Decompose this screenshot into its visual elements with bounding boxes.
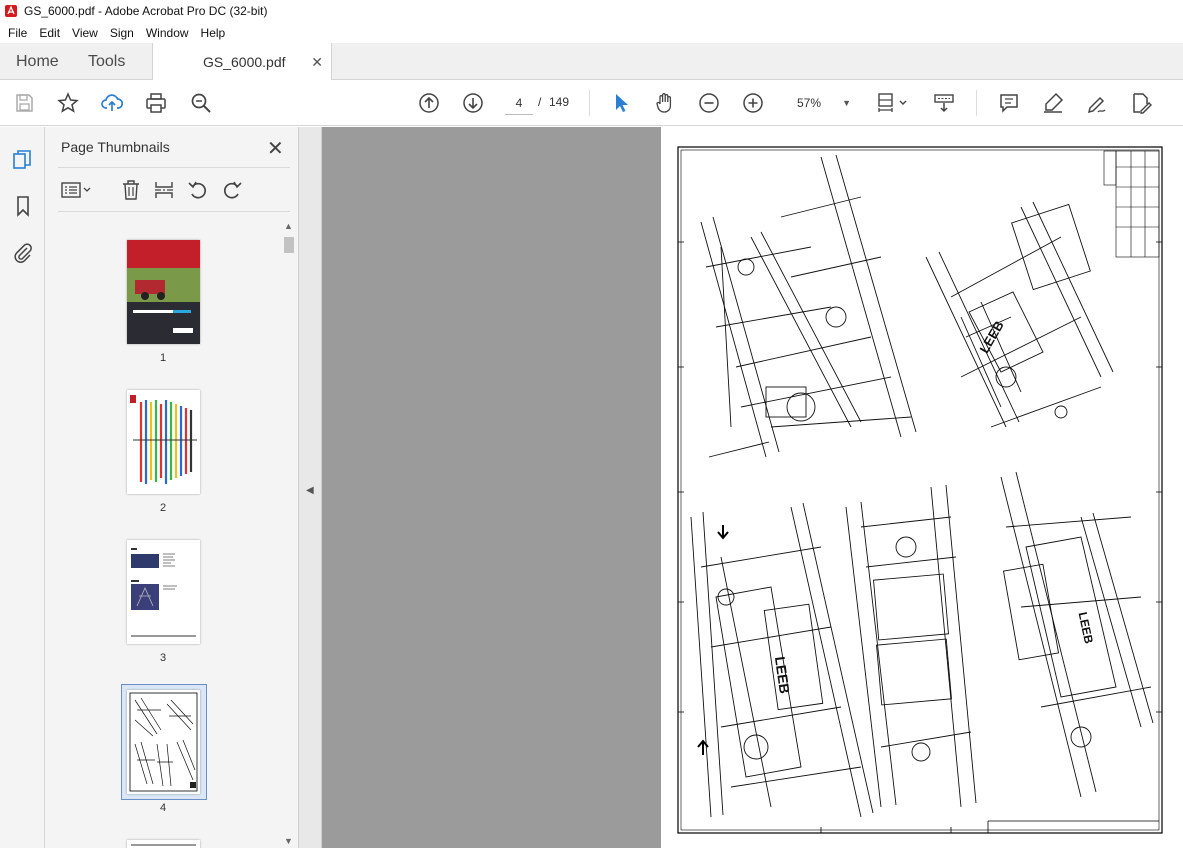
menu-view[interactable]: View [66,26,104,40]
scrollbar-thumb[interactable] [284,237,294,253]
divider [58,167,290,168]
bookmark-icon[interactable] [11,194,35,218]
save-icon[interactable] [12,91,36,115]
thumbnail-page-3[interactable] [127,540,200,644]
menu-window[interactable]: Window [140,26,195,40]
tab-document[interactable]: GS_6000.pdf ✕ [152,43,332,81]
insert-page-icon[interactable] [151,177,177,203]
panel-title: Page Thumbnails [61,139,170,155]
star-icon[interactable] [56,91,80,115]
attachment-icon[interactable] [11,240,35,264]
options-menu-icon[interactable] [60,177,94,203]
zoom-level-value: 57% [797,96,822,110]
thumbnail-label: 3 [159,652,167,664]
panel-collapse-handle[interactable]: ◀ [298,127,322,848]
menu-file[interactable]: File [2,26,33,40]
acrobat-app-icon [5,5,17,17]
menu-sign[interactable]: Sign [104,26,140,40]
print-icon[interactable] [144,91,168,115]
rotate-clockwise-icon[interactable] [219,177,245,203]
main-toolbar: 4 / 149 57% ▼ [0,80,1183,126]
edit-pdf-icon[interactable] [1129,91,1153,115]
delete-page-icon[interactable] [118,177,144,203]
scroll-down-icon[interactable]: ▼ [284,836,293,846]
next-page-icon[interactable] [461,91,485,115]
page-number-input[interactable]: 4 [505,91,533,115]
thumbnail-scrollbar[interactable]: ▲ ▼ [282,219,296,848]
comment-icon[interactable] [997,91,1021,115]
highlight-icon[interactable] [1041,91,1065,115]
page-thumbnails-icon[interactable] [11,148,35,172]
hand-icon[interactable] [653,91,677,115]
document-view[interactable]: LEEB LEEB LEEB [322,127,1183,848]
divider [58,211,290,212]
tab-document-label: GS_6000.pdf [203,54,286,70]
select-cursor-icon[interactable] [609,91,633,115]
rotate-counterclockwise-icon[interactable] [185,177,211,203]
menu-help[interactable]: Help [195,26,232,40]
menu-edit[interactable]: Edit [33,26,66,40]
left-rail [0,127,45,848]
thumbnail-toolbar [58,175,290,205]
toolbar-divider [589,90,590,116]
sign-icon[interactable] [1085,91,1109,115]
page-total: 149 [549,95,570,109]
svg-text:LEEB: LEEB [1076,611,1096,646]
zoom-out-icon[interactable] [697,91,721,115]
tab-home[interactable]: Home [16,43,59,80]
thumbnail-label: 2 [159,502,167,514]
page-separator: / [538,95,542,109]
thumbnail-list: 1 2 3 4 [45,219,281,848]
pdf-page: LEEB LEEB LEEB [661,127,1183,848]
thumbnail-label: 4 [159,802,167,814]
find-zoom-icon[interactable] [189,91,213,115]
menu-bar: File Edit View Sign Window Help [0,22,1183,43]
upload-cloud-icon[interactable] [100,91,124,115]
tab-bar: Home Tools GS_6000.pdf ✕ [0,43,1183,81]
scroll-mode-icon[interactable] [932,91,956,115]
collapse-left-icon[interactable]: ◀ [306,485,314,496]
thumbnail-page-5[interactable] [127,840,200,848]
tab-close-icon[interactable]: ✕ [311,54,323,71]
thumbnail-page-4[interactable] [127,690,200,794]
tab-tools[interactable]: Tools [88,43,125,80]
thumbnail-page-2[interactable] [127,390,200,494]
page-fit-icon[interactable] [876,91,910,115]
thumbnail-label: 1 [159,352,167,364]
window-title: GS_6000.pdf - Adobe Acrobat Pro DC (32-b… [24,4,268,18]
chevron-down-icon: ▼ [842,98,851,108]
scroll-up-icon[interactable]: ▲ [284,221,293,231]
thumbnail-page-1[interactable] [127,240,200,344]
zoom-level-select[interactable]: 57% ▼ [787,91,857,115]
title-bar: GS_6000.pdf - Adobe Acrobat Pro DC (32-b… [0,0,1183,22]
prev-page-icon[interactable] [417,91,441,115]
zoom-in-icon[interactable] [741,91,765,115]
toolbar-divider [976,90,977,116]
panel-close-icon[interactable]: ✕ [267,136,284,161]
page-thumbnails-panel: Page Thumbnails ✕ 1 2 3 4 ▲ ▼ [45,127,298,848]
technical-drawing: LEEB LEEB LEEB [677,146,1163,834]
